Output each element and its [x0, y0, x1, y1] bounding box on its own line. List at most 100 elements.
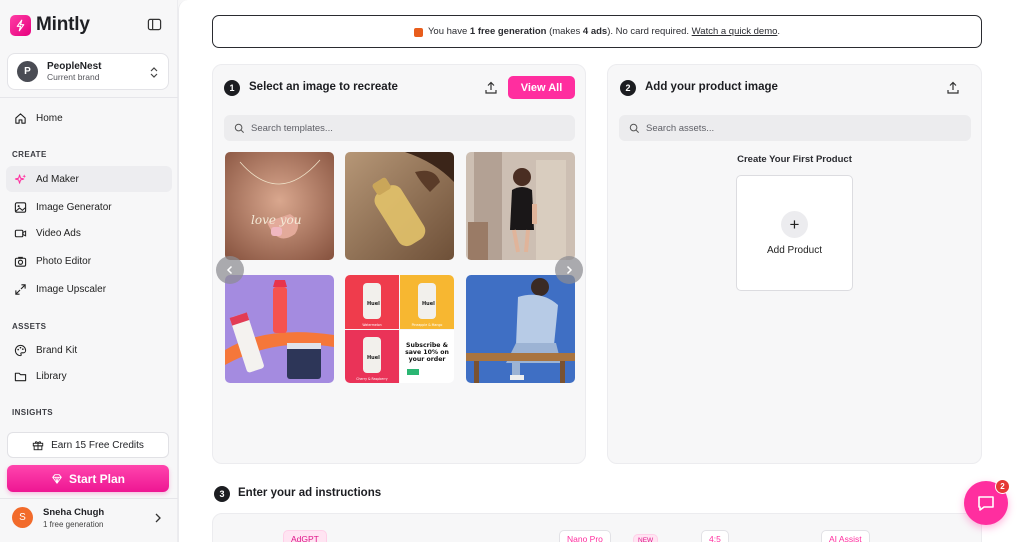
- user-name: Sneha Chugh: [43, 507, 105, 518]
- step-title: Enter your ad instructions: [238, 487, 382, 499]
- necklace-text: love you: [251, 213, 302, 227]
- nav-ad-maker[interactable]: Ad Maker: [6, 166, 172, 192]
- search-input[interactable]: [646, 122, 946, 134]
- start-plan-button[interactable]: Start Plan: [7, 465, 169, 492]
- free-generation-banner: You have 1 free generation (makes 4 ads)…: [212, 15, 982, 48]
- create-product-title: Create Your First Product: [737, 154, 852, 165]
- banner-text: ). No card required.: [607, 26, 690, 37]
- nav-label: Library: [36, 370, 67, 382]
- bottle-label: Huel: [422, 301, 435, 307]
- nav-label: Image Upscaler: [36, 283, 107, 295]
- search-icon: [629, 123, 639, 133]
- nav-label: Brand Kit: [36, 344, 78, 356]
- flavor-label: Pineapple & Mango: [412, 323, 443, 327]
- logo-icon: [10, 14, 31, 36]
- step-number: 3: [214, 486, 230, 502]
- adgpt-chip[interactable]: AdGPT: [283, 530, 327, 542]
- palette-icon: [13, 343, 27, 357]
- nav-video-ads[interactable]: Video Ads: [6, 220, 172, 246]
- view-all-button[interactable]: View All: [508, 76, 575, 99]
- nav-image-generator[interactable]: Image Generator: [6, 194, 172, 220]
- chevron-right-icon: [566, 265, 573, 275]
- subscribe-line: save 10% on: [405, 349, 449, 356]
- divider: [0, 97, 178, 98]
- add-product-label: Add Product: [766, 245, 823, 256]
- bottle-label: Huel: [367, 355, 380, 361]
- nav-library[interactable]: Library: [6, 363, 172, 389]
- model-select[interactable]: Nano Pro: [559, 530, 611, 542]
- avatar: S: [12, 507, 33, 528]
- brand-subtitle: Current brand: [47, 71, 100, 82]
- step-number: 2: [620, 80, 636, 96]
- folder-icon: [13, 369, 27, 383]
- section-assets: ASSETS: [12, 322, 47, 331]
- expand-icon: [13, 282, 27, 296]
- search-icon: [234, 123, 244, 133]
- template-search[interactable]: [224, 115, 575, 141]
- select-image-panel: 1 Select an image to recreate View All l…: [212, 64, 586, 464]
- product-image-panel: 2 Add your product image Create Your Fir…: [607, 64, 982, 464]
- upload-icon[interactable]: [946, 81, 960, 95]
- asset-search[interactable]: [619, 115, 971, 141]
- camera-icon: [13, 254, 27, 268]
- carousel-prev-button[interactable]: [216, 256, 244, 284]
- upload-icon[interactable]: [484, 81, 498, 95]
- chevron-right-icon: [153, 511, 162, 523]
- search-input[interactable]: [251, 122, 551, 134]
- nav-brand-kit[interactable]: Brand Kit: [6, 337, 172, 363]
- nav-label: Home: [36, 112, 63, 124]
- app-name: Mintly: [36, 14, 90, 35]
- plus-icon: +: [781, 211, 808, 238]
- nav-image-upscaler[interactable]: Image Upscaler: [6, 276, 172, 302]
- chat-badge: 2: [995, 479, 1010, 494]
- banner-strong: 1 free generation: [469, 26, 547, 37]
- nav-photo-editor[interactable]: Photo Editor: [6, 248, 172, 274]
- flavor-label: Cherry & Raspberry: [356, 377, 388, 381]
- aspect-ratio-select[interactable]: 4:5: [701, 530, 729, 542]
- nav-home[interactable]: Home: [6, 105, 172, 131]
- banner-strong: 4 ads: [582, 26, 608, 37]
- brand-name: PeopleNest: [47, 60, 102, 72]
- watch-demo-link[interactable]: Watch a quick demo: [692, 26, 778, 37]
- sidebar: Mintly P PeopleNest Current brand Home C…: [0, 0, 178, 542]
- step-title: Select an image to recreate: [249, 81, 398, 93]
- gift-icon: [413, 28, 423, 37]
- banner-text: .: [777, 26, 781, 37]
- nav-label: Video Ads: [36, 227, 81, 239]
- template-tile-skincare[interactable]: [225, 275, 334, 383]
- nav-label: Ad Maker: [36, 173, 79, 185]
- image-icon: [13, 200, 27, 214]
- new-badge: NEW: [633, 534, 659, 542]
- template-tile-serum[interactable]: [345, 152, 454, 260]
- add-product-card[interactable]: + Add Product: [736, 175, 853, 291]
- bottle-label: Huel: [367, 301, 380, 307]
- user-subtitle: 1 free generation: [43, 520, 104, 529]
- step-title: Add your product image: [645, 81, 778, 93]
- chat-icon: [978, 496, 994, 511]
- home-icon: [13, 111, 27, 125]
- section-insights: INSIGHTS: [12, 408, 53, 417]
- carousel-next-button[interactable]: [555, 256, 583, 284]
- ai-assist-button[interactable]: AI Assist: [821, 530, 870, 542]
- chevron-left-icon: [226, 265, 233, 275]
- template-tile-necklace[interactable]: love you: [225, 152, 334, 260]
- flavor-label: Watermelon: [362, 323, 381, 327]
- logo[interactable]: Mintly: [10, 14, 166, 36]
- template-tile-huel[interactable]: Huel Huel Huel Watermelon Pineapple & Ma…: [345, 275, 454, 383]
- earn-credits-label: Earn 15 Free Credits: [51, 439, 144, 451]
- start-plan-label: Start Plan: [68, 471, 125, 486]
- template-tile-denim[interactable]: [466, 275, 575, 383]
- sidebar-toggle-icon[interactable]: [147, 17, 162, 32]
- earn-credits-button[interactable]: Earn 15 Free Credits: [7, 432, 169, 458]
- nav-label: Photo Editor: [36, 255, 92, 267]
- diamond-icon: [52, 473, 62, 484]
- template-tile-woman-door[interactable]: [466, 152, 575, 260]
- main-content: You have 1 free generation (makes 4 ads)…: [178, 0, 1024, 542]
- banner-text: (makes: [549, 26, 581, 37]
- video-icon: [13, 226, 27, 240]
- banner-text: You have: [427, 26, 468, 37]
- step-number: 1: [224, 80, 240, 96]
- user-menu[interactable]: S Sneha Chugh 1 free generation: [0, 498, 178, 538]
- brand-switcher[interactable]: P PeopleNest Current brand: [7, 53, 169, 90]
- instructions-toolbar: AdGPT Nano Pro NEW 4:5 AI Assist: [212, 513, 982, 542]
